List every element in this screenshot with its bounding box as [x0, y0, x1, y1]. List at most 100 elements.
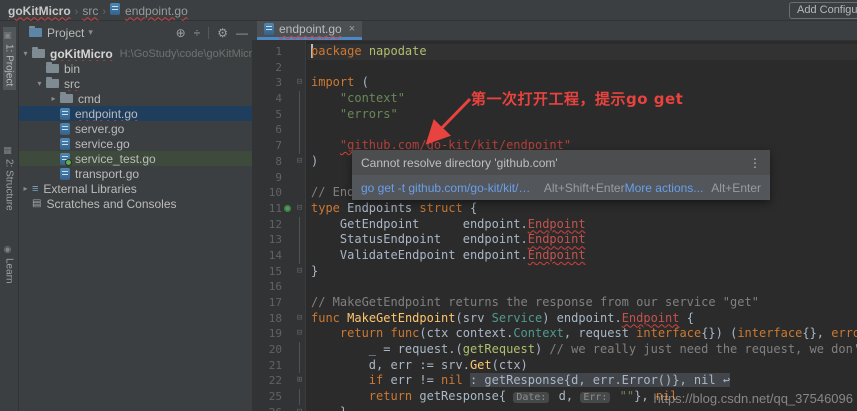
fold-column — [292, 217, 307, 233]
code-line-2[interactable]: 2 — [252, 60, 857, 76]
code-text: } — [311, 264, 318, 278]
code-line-13[interactable]: 13 StatusEndpoint endpoint.Endpoint — [252, 232, 857, 248]
code-line-text: // MakeGetEndpoint returns the response … — [307, 295, 759, 311]
code-line-14[interactable]: 14 ValidateEndpoint endpoint.Endpoint — [252, 248, 857, 264]
line-number: 20 — [252, 342, 282, 358]
keyword: return — [369, 389, 412, 403]
tree-item-scratches-and-consoles[interactable]: ▤Scratches and Consoles — [19, 196, 252, 211]
breadcrumb-item-goKitMicro[interactable]: goKitMicro — [8, 4, 71, 18]
fold-collapse-icon[interactable]: ⊟ — [292, 75, 307, 91]
tree-item-gokitmicro[interactable]: ▾goKitMicroH:\GoStudy\code\goKitMicro — [19, 46, 252, 61]
tab-endpoint-go[interactable]: endpoint.go × — [257, 21, 362, 40]
code-line-21[interactable]: 21 d, err := srv.Get(ctx) — [252, 358, 857, 374]
tree-item-service_test-go[interactable]: service_test.go — [19, 151, 252, 166]
code-line-1[interactable]: 1package napodate — [252, 44, 857, 60]
hide-panel-icon[interactable]: — — [236, 26, 248, 40]
code-line-text: d, err := srv.Get(ctx) — [307, 358, 528, 374]
line-number: 14 — [252, 248, 282, 264]
type-name: Context — [513, 326, 564, 340]
code-line-22[interactable]: 22⊞ if err != nil : getResponse{d, err.E… — [252, 373, 857, 389]
tree-item-bin[interactable]: bin — [19, 61, 252, 76]
code-line-text: func MakeGetEndpoint(srv Service) endpoi… — [307, 311, 694, 327]
code-line-text: "context" — [307, 91, 405, 107]
line-number: 2 — [252, 60, 282, 76]
more-actions-link[interactable]: More actions... — [625, 181, 704, 195]
chevron-down-icon[interactable]: ▾ — [88, 27, 93, 38]
tree-item-external-libraries[interactable]: ▸≡External Libraries — [19, 181, 252, 196]
project-panel-title[interactable]: Project — [47, 26, 84, 40]
tree-item-cmd[interactable]: ▸cmd — [19, 91, 252, 106]
chevron-right-icon[interactable]: ▸ — [19, 184, 32, 193]
chevron-right-icon[interactable]: ▸ — [47, 94, 60, 103]
fold-expand-icon[interactable]: ⊞ — [292, 373, 307, 389]
tree-item-src[interactable]: ▾src — [19, 76, 252, 91]
gutter-marker-slot — [282, 295, 292, 311]
fold-collapse-icon[interactable]: ⊟ — [292, 154, 307, 170]
code-line-text: return getResponse{ Date: d, Err: ""}, n… — [307, 389, 677, 405]
breadcrumb-item-endpoint.go[interactable]: endpoint.go — [125, 4, 188, 18]
close-icon[interactable]: × — [349, 23, 355, 35]
code-line-6[interactable]: 6 — [252, 122, 857, 138]
locate-file-icon[interactable]: ⊕ — [176, 26, 186, 40]
line-number: 18 — [252, 311, 282, 327]
code-line-text: _ = request.(getRequest) // we really ju… — [307, 342, 857, 358]
code-line-text: ValidateEndpoint endpoint.Endpoint — [307, 248, 586, 264]
tree-item-label: goKitMicro — [50, 47, 113, 61]
code-line-12[interactable]: 12 GetEndpoint endpoint.Endpoint — [252, 217, 857, 233]
go-file-icon — [60, 168, 70, 180]
folder-icon — [60, 94, 73, 103]
line-number: 13 — [252, 232, 282, 248]
gear-icon[interactable]: ⚙ — [217, 26, 228, 40]
line-number: 5 — [252, 107, 282, 123]
breadcrumb-item-src[interactable]: src — [82, 4, 98, 18]
code-line-16[interactable]: 16 — [252, 279, 857, 295]
tool-window-button-2-structure[interactable]: ▦2: Structure — [3, 142, 16, 215]
tree-item-endpoint-go[interactable]: endpoint.go — [19, 106, 252, 121]
line-number: 1 — [252, 44, 282, 60]
fold-collapse-icon[interactable]: ⊟ — [292, 264, 307, 280]
tab-label: endpoint.go — [279, 22, 342, 36]
line-number: 6 — [252, 122, 282, 138]
code-text: , request — [564, 326, 636, 340]
code-line-20[interactable]: 20 _ = request.(getRequest) // we really… — [252, 342, 857, 358]
code-line-17[interactable]: 17// MakeGetEndpoint returns the respons… — [252, 295, 857, 311]
fold-collapse-icon[interactable]: ⊟ — [292, 201, 307, 217]
tree-item-server-go[interactable]: server.go — [19, 121, 252, 136]
collapse-all-icon[interactable]: ÷ — [194, 26, 201, 40]
comment: // MakeGetEndpoint returns the response … — [311, 295, 759, 309]
kebab-menu-icon[interactable]: ⋮ — [749, 156, 761, 170]
keyword: type — [311, 201, 340, 215]
unresolved-reference: Endpoint — [528, 248, 586, 262]
code-line-18[interactable]: 18 ⊟func MakeGetEndpoint(srv Service) end… — [252, 311, 857, 327]
gutter-marker-slot — [282, 311, 292, 327]
code-line-5[interactable]: 5 "errors" — [252, 107, 857, 123]
tree-item-label: server.go — [75, 122, 124, 136]
code-text: StatusEndpoint endpoint. — [311, 232, 528, 246]
tool-window-strip: ▣1: Project ▦2: Structure ◉Learn — [0, 21, 19, 411]
code-line-11[interactable]: 11⊟type Endpoints struct { — [252, 201, 857, 217]
code-line-19[interactable]: 19⊟ return func(ctx context.Context, req… — [252, 326, 857, 342]
add-configuration-button[interactable]: Add Configurati — [789, 2, 857, 19]
tool-window-button-1-project[interactable]: ▣1: Project — [3, 27, 16, 90]
chevron-down-icon[interactable]: ▾ — [19, 49, 32, 58]
keyword: error — [831, 326, 857, 340]
gutter-marker-icon — [282, 201, 292, 217]
tree-item-transport-go[interactable]: transport.go — [19, 166, 252, 181]
tree-item-service-go[interactable]: service.go — [19, 136, 252, 151]
go-get-action-link[interactable]: go get -t github.com/go-kit/kit/endpoint… — [361, 181, 536, 195]
fold-collapse-icon[interactable]: ⊟ — [292, 405, 307, 411]
editor-tab-bar: endpoint.go × — [252, 21, 857, 41]
chevron-down-icon[interactable]: ▾ — [33, 79, 46, 88]
tool-window-button-learn[interactable]: ◉Learn — [3, 241, 16, 288]
gutter-marker-slot — [282, 138, 292, 154]
line-number: 7 — [252, 138, 282, 154]
code-line-text: "errors" — [307, 107, 398, 123]
fold-collapse-icon[interactable]: ⊟ — [292, 326, 307, 342]
scratches-icon: ▤ — [32, 198, 41, 209]
code-text: ValidateEndpoint endpoint. — [311, 248, 528, 262]
fold-collapse-icon[interactable]: ⊟ — [292, 311, 307, 327]
code-line-text: StatusEndpoint endpoint.Endpoint — [307, 232, 586, 248]
code-line-15[interactable]: 15⊟} — [252, 264, 857, 280]
fold-column — [292, 44, 307, 60]
gutter-marker-slot — [282, 107, 292, 123]
